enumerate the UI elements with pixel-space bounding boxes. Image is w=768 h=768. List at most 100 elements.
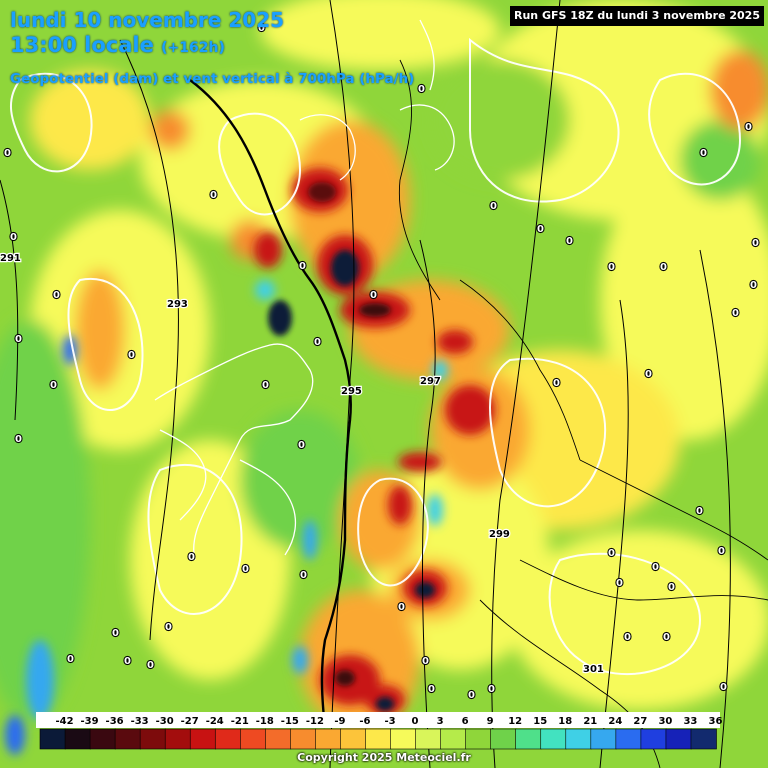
legend-tick-label: 9	[487, 716, 494, 727]
legend-swatch	[164, 728, 192, 750]
svg-text:0: 0	[262, 380, 269, 391]
legend-tick-label: 30	[658, 716, 672, 727]
svg-text:0: 0	[15, 334, 22, 345]
legend-tick-label: -21	[231, 716, 249, 727]
svg-text:0: 0	[624, 632, 631, 643]
legend-swatch	[39, 728, 66, 750]
forecast-time: 13:00 locale (+162h)	[10, 33, 225, 57]
forecast-offset: (+162h)	[161, 40, 225, 56]
svg-text:0: 0	[660, 262, 667, 273]
color-legend: -42 -39 -36 -33 -30 -27 -24 -21 -18 -15 -12 -9 -6 -3 0…	[36, 712, 722, 750]
legend-tick-label: 18	[558, 716, 572, 727]
legend-swatch	[415, 728, 442, 750]
legend-swatch	[189, 728, 217, 750]
legend-swatch	[690, 728, 717, 750]
legend-swatch	[64, 728, 91, 750]
legend-swatch	[214, 728, 242, 750]
legend-tick-label: 24	[608, 716, 622, 727]
legend-swatch	[240, 728, 267, 750]
legend-tick-label: -42	[55, 716, 73, 727]
svg-text:0: 0	[645, 369, 652, 380]
svg-text:0: 0	[745, 122, 752, 133]
legend-swatch	[615, 728, 642, 750]
svg-text:0: 0	[696, 506, 703, 517]
legend-swatches	[39, 728, 717, 750]
legend-tick-label: -9	[334, 716, 345, 727]
svg-text:0: 0	[188, 552, 195, 563]
legend-swatch	[114, 728, 141, 750]
legend-tick-label: 33	[683, 716, 697, 727]
svg-text:0: 0	[124, 656, 131, 667]
forecast-local-time: 13:00 locale	[10, 33, 154, 57]
svg-text:0: 0	[652, 562, 659, 573]
svg-text:0: 0	[718, 546, 725, 557]
legend-tick-label: -30	[156, 716, 174, 727]
legend-swatch	[440, 728, 467, 750]
svg-text:0: 0	[128, 350, 135, 361]
forecast-date: lundi 10 novembre 2025	[10, 8, 285, 32]
svg-text:0: 0	[15, 434, 22, 445]
svg-text:0: 0	[314, 337, 321, 348]
legend-swatch	[465, 728, 492, 750]
svg-text:0: 0	[299, 261, 306, 272]
geo-label-295: 295	[341, 386, 362, 397]
legend-tick-label: 36	[709, 716, 723, 727]
svg-text:0: 0	[700, 148, 707, 159]
legend-swatch	[365, 728, 392, 750]
legend-swatch	[590, 728, 617, 750]
svg-text:0: 0	[720, 682, 727, 693]
svg-text:0: 0	[67, 654, 74, 665]
svg-text:0: 0	[50, 380, 57, 391]
svg-text:0: 0	[300, 570, 307, 581]
legend-tick-label: -18	[256, 716, 274, 727]
svg-text:0: 0	[566, 236, 573, 247]
svg-text:0: 0	[112, 628, 119, 639]
legend-tick-label: 27	[633, 716, 647, 727]
legend-tick-label: -3	[384, 716, 395, 727]
geo-label-291: 291	[0, 253, 21, 264]
legend-swatch	[665, 728, 692, 750]
svg-text:0: 0	[616, 578, 623, 589]
svg-text:0: 0	[298, 440, 305, 451]
geo-label-297: 297	[420, 376, 441, 387]
legend-tick-label: -36	[106, 716, 124, 727]
legend-tick-label: 3	[437, 716, 444, 727]
run-info: Run GFS 18Z du lundi 3 novembre 2025	[510, 6, 764, 26]
svg-text:0: 0	[490, 201, 497, 212]
legend-tick-label: -39	[81, 716, 99, 727]
legend-swatch	[139, 728, 166, 750]
legend-tick-label: 0	[412, 716, 419, 727]
legend-ticks: -42 -39 -36 -33 -30 -27 -24 -21 -18 -15 -12 -9 -6 -3 0…	[36, 712, 722, 728]
legend-swatch	[490, 728, 517, 750]
svg-text:0: 0	[428, 684, 435, 695]
legend-tick-label: -24	[206, 716, 224, 727]
legend-swatch	[315, 728, 342, 750]
svg-text:0: 0	[422, 656, 429, 667]
svg-text:0: 0	[242, 564, 249, 575]
svg-text:0: 0	[732, 308, 739, 319]
parameter-title: Geopotentiel (dam) et vent vertical à 70…	[10, 71, 415, 87]
legend-tick-label: 21	[583, 716, 597, 727]
svg-text:0: 0	[53, 290, 60, 301]
legend-tick-label: -27	[181, 716, 199, 727]
svg-text:0: 0	[608, 548, 615, 559]
legend-swatch	[540, 728, 567, 750]
svg-text:0: 0	[370, 290, 377, 301]
vertical-velocity-map: 0 0 0 0 0 0 0 0 0 0 0 0 0 0 0 0 0 0 0 0 …	[0, 0, 768, 768]
legend-swatch	[390, 728, 417, 750]
legend-swatch	[640, 728, 667, 750]
legend-swatch	[265, 728, 292, 750]
legend-swatch	[515, 728, 542, 750]
geo-label-293: 293	[167, 299, 188, 310]
legend-tick-label: -33	[131, 716, 149, 727]
legend-swatch	[290, 728, 317, 750]
svg-text:0: 0	[468, 690, 475, 701]
svg-text:0: 0	[165, 622, 172, 633]
legend-tick-label: 6	[462, 716, 469, 727]
svg-text:0: 0	[537, 224, 544, 235]
geo-label-299: 299	[489, 529, 510, 540]
svg-text:0: 0	[553, 378, 560, 389]
forecast-map-view: 0 0 0 0 0 0 0 0 0 0 0 0 0 0 0 0 0 0 0 0 …	[0, 0, 768, 768]
svg-text:0: 0	[663, 632, 670, 643]
svg-text:0: 0	[488, 684, 495, 695]
